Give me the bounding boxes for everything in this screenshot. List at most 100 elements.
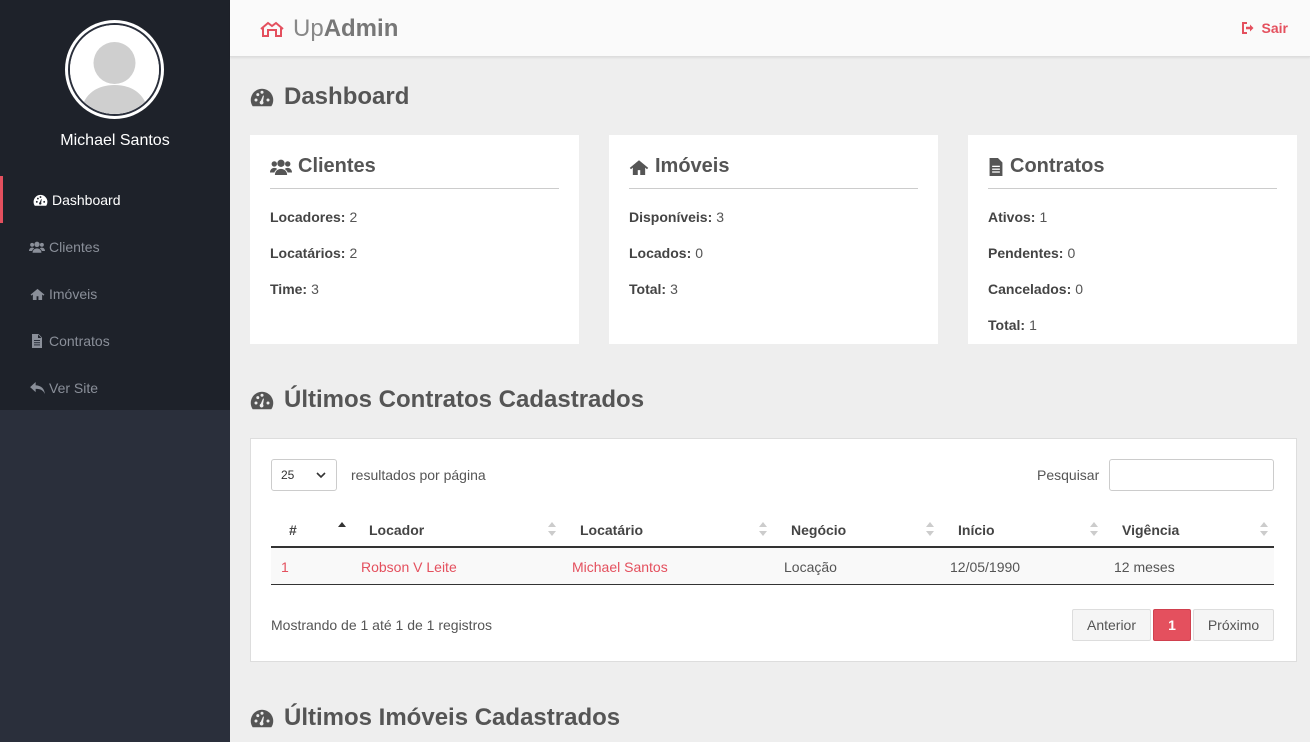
stat-label: Pendentes: [988, 245, 1064, 261]
user-silhouette-icon [70, 25, 159, 114]
sort-icon [1090, 522, 1098, 536]
stat-label: Time: [270, 281, 308, 297]
sidebar-item-dashboard[interactable]: Dashboard [0, 176, 230, 223]
sort-icon [926, 522, 934, 536]
brand-name-light: Up [293, 15, 324, 42]
stat-row: Cancelados: 0 [988, 271, 1277, 307]
stat-value: 0 [1075, 281, 1084, 297]
dashboard-icon [250, 391, 274, 410]
stat-label: Total: [988, 317, 1026, 333]
card-clientes: Clientes Locadores: 2 Locatários: 2 Time: 3 [250, 135, 579, 344]
dashboard-icon [250, 709, 274, 728]
page-length-select[interactable]: 25 [271, 459, 337, 491]
stat-value: 1 [1029, 317, 1037, 333]
stat-label: Ativos: [988, 209, 1036, 225]
document-icon [989, 157, 1003, 176]
cell-inicio: 12/05/1990 [950, 558, 1021, 575]
users-icon [270, 159, 292, 175]
sidebar-item-label: Contratos [49, 332, 110, 349]
card-contratos: Contratos Ativos: 1 Pendentes: 0 Cancelado… [968, 135, 1297, 344]
table-row: 1 Robson V Leite Michael Santos Locação … [271, 548, 1274, 585]
page-length-label: resultados por página [351, 467, 486, 483]
stat-value: 2 [349, 209, 358, 225]
contracts-table-panel: 25 resultados por página Pesquisar # Loc… [250, 438, 1297, 662]
sidebar-item-clientes[interactable]: Clientes [0, 223, 230, 270]
card-title: Contratos [988, 155, 1277, 189]
page-length-value: 25 [281, 468, 295, 482]
home-icon [629, 159, 649, 175]
cell-locatario-link[interactable]: Michael Santos [572, 548, 668, 585]
stat-row: Disponíveis: 3 [629, 199, 918, 235]
avatar [65, 20, 164, 119]
card-title-text: Clientes [298, 155, 376, 177]
column-header-locador[interactable]: Locador [369, 511, 424, 548]
column-header-locatario[interactable]: Locatário [580, 511, 643, 548]
sort-icon [1260, 522, 1268, 536]
section-title-text: Últimos Imóveis Cadastrados [284, 704, 621, 731]
search-input[interactable] [1109, 459, 1274, 491]
stat-label: Disponíveis: [629, 209, 713, 225]
table-header: # Locador Locatário Negócio Início Vigên… [271, 511, 1274, 548]
brand-logo[interactable]: Up Admin [259, 15, 398, 43]
cell-negocio: Locação [784, 558, 837, 575]
sort-icon [548, 522, 556, 536]
sidebar-nav: Dashboard Clientes Imóveis Contratos Ver… [0, 176, 230, 411]
pagination-page-1[interactable]: 1 [1153, 609, 1191, 641]
avatar-image [68, 23, 161, 116]
sidebar-item-ver-site[interactable]: Ver Site [0, 364, 230, 411]
stat-label: Locados: [629, 245, 692, 261]
stat-label: Total: [629, 281, 667, 297]
users-icon [29, 240, 45, 254]
stat-value: 0 [695, 245, 704, 261]
dashboard-icon [32, 193, 48, 207]
user-name: Michael Santos [60, 132, 170, 149]
contracts-section-title: Últimos Contratos Cadastrados [250, 386, 644, 414]
stat-label: Locadores: [270, 209, 346, 225]
stat-label: Locatários: [270, 245, 346, 261]
house-outline-icon [260, 21, 284, 37]
cell-id-link[interactable]: 1 [281, 548, 289, 585]
stat-row: Pendentes: 0 [988, 235, 1277, 271]
stat-label: Cancelados: [988, 281, 1072, 297]
stat-value: 1 [1039, 209, 1048, 225]
sidebar-item-label: Imóveis [49, 285, 98, 302]
logout-label: Sair [1261, 20, 1288, 36]
stat-value: 3 [716, 209, 725, 225]
card-title: Clientes [270, 155, 559, 189]
sidebar-item-contratos[interactable]: Contratos [0, 317, 230, 364]
cell-locador-link[interactable]: Robson V Leite [361, 548, 457, 585]
sidebar-item-imoveis[interactable]: Imóveis [0, 270, 230, 317]
stat-value: 2 [349, 245, 358, 261]
column-header-negocio[interactable]: Negócio [791, 511, 846, 548]
column-header-id[interactable]: # [289, 511, 297, 548]
stat-row: Total: 1 [988, 307, 1277, 343]
page-title-text: Dashboard [284, 83, 410, 110]
table-info: Mostrando de 1 até 1 de 1 registros [271, 617, 493, 633]
dashboard-icon [250, 88, 274, 107]
cell-vigencia: 12 meses [1114, 558, 1175, 575]
column-header-inicio[interactable]: Início [958, 511, 995, 548]
sidebar-item-label: Ver Site [49, 379, 99, 396]
properties-section-title: Últimos Imóveis Cadastrados [250, 704, 620, 732]
card-title: Imóveis [629, 155, 918, 189]
stat-value: 0 [1067, 245, 1076, 261]
card-title-text: Contratos [1010, 155, 1105, 177]
column-header-vigencia[interactable]: Vigência [1122, 511, 1179, 548]
top-header: Up Admin Sair [230, 0, 1310, 57]
logout-button[interactable]: Sair [1241, 20, 1288, 36]
sort-icon [759, 522, 767, 536]
stat-row: Ativos: 1 [988, 199, 1277, 235]
sign-out-icon [1241, 22, 1254, 34]
sidebar-item-label: Clientes [49, 238, 100, 255]
stat-row: Time: 3 [270, 271, 559, 307]
stat-value: 3 [311, 281, 319, 297]
pagination-previous[interactable]: Anterior [1072, 609, 1151, 641]
search-label: Pesquisar [1037, 467, 1100, 483]
section-title-text: Últimos Contratos Cadastrados [284, 386, 645, 413]
document-icon [29, 333, 45, 348]
pagination-next[interactable]: Próximo [1193, 609, 1274, 641]
stat-row: Locados: 0 [629, 235, 918, 271]
stat-row: Locatários: 2 [270, 235, 559, 271]
chevron-down-icon [316, 472, 326, 479]
card-imoveis: Imóveis Disponíveis: 3 Locados: 0 Total: 3 [609, 135, 938, 344]
